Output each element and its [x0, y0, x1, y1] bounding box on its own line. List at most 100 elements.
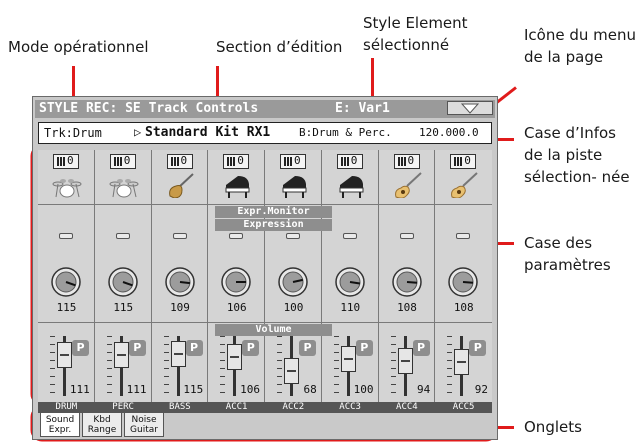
track-name-acc4: ACC4: [396, 402, 418, 412]
volume-value: 111: [69, 383, 90, 396]
track-name-acc5: ACC5: [452, 402, 475, 412]
pan-button[interactable]: P: [412, 340, 430, 356]
mute-value: 0: [237, 154, 244, 167]
expression-knob[interactable]: [164, 266, 196, 298]
expression-knob[interactable]: [277, 266, 309, 298]
track-name-perc: PERC: [112, 402, 134, 412]
leader-mode: [72, 66, 75, 98]
mute-button[interactable]: 0: [336, 154, 363, 169]
drum-kit-icon: [109, 179, 139, 198]
tab-1[interactable]: Sound Expr.: [40, 413, 80, 437]
track-column: 0 108 P 92: [435, 150, 492, 402]
callout-style-element-text: Style Element sélectionné: [363, 14, 468, 54]
pan-button[interactable]: P: [185, 340, 203, 356]
bar-meter-icon: [170, 157, 179, 166]
callout-page-menu: Icône du menu de la page: [524, 24, 636, 68]
callout-track-info: Case d’Infos de la piste sélection- née: [524, 122, 636, 188]
mute-button[interactable]: 0: [166, 154, 193, 169]
track-name-bass: BASS: [169, 402, 191, 412]
fader-scale: [163, 336, 170, 396]
tab-2[interactable]: Kbd Range: [82, 413, 122, 437]
volume-fader[interactable]: [170, 340, 186, 367]
callout-section: Section d’édition: [216, 38, 343, 56]
mute-value: 0: [464, 154, 471, 167]
volume-fader[interactable]: [340, 346, 356, 373]
volume-fader[interactable]: [397, 348, 413, 375]
volume-value: 106: [240, 383, 260, 396]
tab-3[interactable]: Noise Guitar: [124, 413, 164, 437]
expression-knob[interactable]: [447, 266, 479, 298]
volume-value: 100: [353, 383, 374, 396]
fader-scale: [220, 336, 226, 396]
track-name-acc1: ACC1: [225, 402, 248, 412]
bar-meter-icon: [57, 157, 65, 166]
sound-name: Standard Kit RX1: [145, 125, 271, 140]
mute-button[interactable]: 0: [280, 154, 306, 169]
expression-value: 108: [453, 301, 474, 314]
expr-monitor-led: [59, 233, 73, 239]
fader-scale: [50, 336, 56, 396]
pan-button[interactable]: P: [72, 340, 89, 356]
track-column: 0 109 P 115: [152, 150, 209, 402]
expression-knob[interactable]: [50, 266, 82, 298]
expression-knob[interactable]: [220, 266, 252, 298]
tab-bar: Sound Expr. Kbd Range Noise Guitar: [38, 413, 492, 439]
expr-monitor-led: [229, 233, 244, 239]
mute-value: 0: [67, 154, 74, 167]
track-column: 0 108 P 94: [379, 150, 436, 402]
fader-scale: [390, 336, 397, 396]
volume-fader[interactable]: [113, 342, 129, 369]
expression-knob[interactable]: [334, 266, 366, 298]
volume-value: 115: [183, 383, 204, 396]
mute-button[interactable]: 0: [223, 154, 250, 169]
callout-page-menu-text: Icône du menu de la page: [524, 26, 637, 66]
fader-scale: [277, 336, 283, 396]
pan-button[interactable]: P: [299, 340, 316, 356]
track-column: 0 106 P 106: [208, 150, 265, 402]
mute-button[interactable]: 0: [450, 154, 477, 169]
pan-button[interactable]: P: [242, 340, 260, 356]
bar-meter-icon: [397, 157, 406, 166]
program-number: 120.000.0: [419, 126, 479, 139]
section-label-expression: Expression: [215, 219, 332, 231]
bar-meter-icon: [227, 157, 236, 166]
expr-monitor-led: [399, 233, 414, 239]
callout-track-info-text: Case d’Infos de la piste sélection- née: [524, 124, 630, 186]
pan-button[interactable]: P: [355, 340, 373, 356]
volume-value: 94: [417, 383, 431, 396]
leader-section: [216, 66, 219, 98]
leader-params: [498, 242, 514, 245]
sound-bank: B:Drum & Perc.: [299, 126, 392, 139]
track-name-acc3: ACC3: [339, 402, 361, 412]
volume-fader[interactable]: [227, 343, 243, 370]
track-column: 0 115 P 111: [95, 150, 152, 402]
expression-value: 108: [397, 301, 417, 314]
page-title: STYLE REC: SE Track Controls: [39, 101, 259, 116]
callout-style-element: Style Element sélectionné: [363, 12, 513, 56]
style-element-indicator: E: Var1: [335, 101, 390, 116]
expression-knob[interactable]: [391, 266, 423, 298]
page-menu-button[interactable]: [447, 101, 493, 115]
expression-value: 115: [56, 301, 77, 314]
pan-button[interactable]: P: [128, 340, 146, 356]
volume-fader[interactable]: [284, 358, 299, 385]
section-label-volume: Volume: [215, 324, 332, 336]
expression-knob[interactable]: [107, 266, 139, 298]
callout-params-box: Case des paramètres: [524, 232, 636, 276]
bar-meter-icon: [113, 157, 122, 166]
volume-fader[interactable]: [57, 342, 72, 369]
volume-value: 111: [126, 383, 147, 396]
expression-value: 106: [226, 301, 247, 314]
expression-value: 115: [113, 301, 134, 314]
volume-fader[interactable]: [454, 349, 470, 376]
pan-button[interactable]: P: [469, 340, 487, 356]
mute-button[interactable]: 0: [109, 154, 136, 169]
callout-params-box-text: Case des paramètres: [524, 234, 611, 274]
expression-value: 110: [340, 301, 361, 314]
bar-meter-icon: [454, 157, 463, 166]
mute-button[interactable]: 0: [53, 154, 79, 169]
acoustic-guitar-icon: [451, 172, 478, 198]
callout-tabs: Onglets: [524, 418, 582, 436]
mute-button[interactable]: 0: [393, 154, 420, 169]
leader-style-element: [371, 58, 374, 98]
